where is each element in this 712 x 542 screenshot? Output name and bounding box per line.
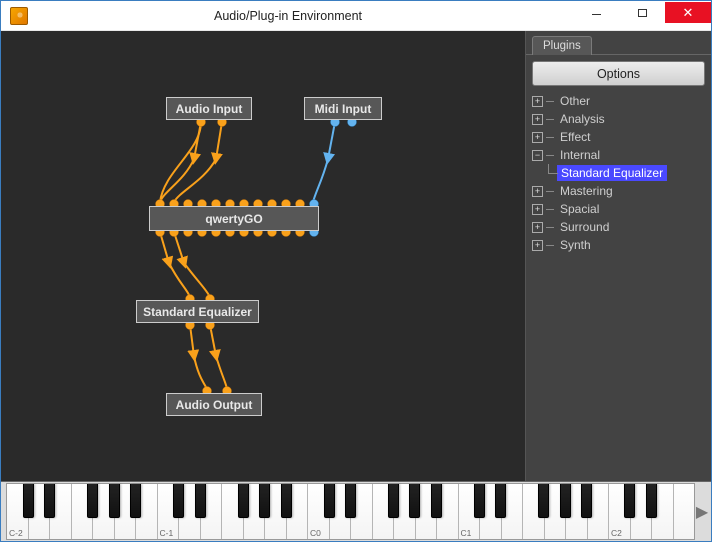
piano-black-key[interactable] [44, 484, 55, 518]
tree-item-spacial[interactable]: Spacial [528, 200, 709, 218]
expand-icon[interactable] [532, 222, 543, 233]
graph-svg [1, 31, 525, 481]
piano-scroll-right-icon[interactable]: ▶ [696, 482, 708, 541]
collapse-icon[interactable] [532, 150, 543, 161]
piano-black-key[interactable] [23, 484, 34, 518]
plugin-tree[interactable]: Other Analysis Effect Internal Standard … [526, 90, 711, 256]
piano-note-label: C0 [310, 528, 321, 538]
window-title: Audio/Plug-in Environment [33, 9, 573, 23]
tree-label: Internal [557, 147, 603, 163]
expand-icon[interactable] [532, 240, 543, 251]
piano-black-key[interactable] [281, 484, 292, 518]
piano-black-key[interactable] [388, 484, 399, 518]
graph-pane[interactable]: Audio Input Midi Input qwertyGO Standard… [1, 31, 525, 481]
piano-black-key[interactable] [324, 484, 335, 518]
node-midi-input-label: Midi Input [315, 102, 372, 116]
maximize-icon [638, 9, 647, 17]
expand-icon[interactable] [532, 114, 543, 125]
node-audio-output[interactable]: Audio Output [166, 393, 262, 416]
node-qwertygo[interactable]: qwertyGO [149, 206, 319, 231]
piano-black-key[interactable] [560, 484, 571, 518]
minimize-button[interactable] [573, 2, 619, 23]
node-midi-input[interactable]: Midi Input [304, 97, 382, 120]
tab-plugins-label: Plugins [543, 40, 581, 52]
tree-label: Synth [557, 237, 594, 253]
tree-child-label: Standard Equalizer [557, 165, 667, 181]
piano-black-key[interactable] [130, 484, 141, 518]
piano-black-key[interactable] [646, 484, 657, 518]
tree-label: Effect [557, 129, 593, 145]
node-standard-equalizer[interactable]: Standard Equalizer [136, 300, 259, 323]
expand-icon[interactable] [532, 204, 543, 215]
node-standard-equalizer-label: Standard Equalizer [143, 305, 252, 319]
tree-item-internal-standard-equalizer[interactable]: Standard Equalizer [528, 164, 709, 182]
node-audio-output-label: Audio Output [176, 398, 253, 412]
expand-icon[interactable] [532, 132, 543, 143]
piano-black-key[interactable] [345, 484, 356, 518]
options-button-label: Options [597, 67, 640, 81]
tree-item-internal[interactable]: Internal [528, 146, 709, 164]
expand-icon[interactable] [532, 186, 543, 197]
window: Audio/Plug-in Environment ✕ [0, 0, 712, 542]
piano-black-key[interactable] [87, 484, 98, 518]
piano-white-key[interactable] [674, 484, 695, 539]
piano-note-label: C-2 [9, 528, 23, 538]
piano-note-label: C1 [461, 528, 472, 538]
tree-item-analysis[interactable]: Analysis [528, 110, 709, 128]
node-audio-input-label: Audio Input [176, 102, 243, 116]
piano-black-key[interactable] [259, 484, 270, 518]
piano-black-key[interactable] [173, 484, 184, 518]
close-button[interactable]: ✕ [665, 2, 711, 23]
minimize-icon [592, 14, 601, 15]
piano-black-key[interactable] [581, 484, 592, 518]
tree-item-surround[interactable]: Surround [528, 218, 709, 236]
piano-black-key[interactable] [238, 484, 249, 518]
tree-item-mastering[interactable]: Mastering [528, 182, 709, 200]
piano-black-key[interactable] [409, 484, 420, 518]
tree-label: Surround [557, 219, 612, 235]
piano-note-label: C2 [611, 528, 622, 538]
tree-label: Other [557, 93, 593, 109]
piano-black-key[interactable] [495, 484, 506, 518]
piano-footer: C-2 C-1 C0 C1 C2 ▶ [1, 481, 711, 541]
node-qwertygo-label: qwertyGO [205, 212, 262, 226]
side-pane: Plugins Options Other Analysis Effect In… [525, 31, 711, 481]
tree-label: Mastering [557, 183, 616, 199]
tab-row: Plugins [526, 31, 711, 55]
titlebar[interactable]: Audio/Plug-in Environment ✕ [1, 1, 711, 31]
maximize-button[interactable] [619, 2, 665, 23]
piano-black-key[interactable] [431, 484, 442, 518]
piano-black-key[interactable] [474, 484, 485, 518]
tab-plugins[interactable]: Plugins [532, 36, 592, 55]
piano-note-label: C-1 [160, 528, 174, 538]
tree-item-synth[interactable]: Synth [528, 236, 709, 254]
close-icon: ✕ [683, 5, 694, 21]
tree-label: Analysis [557, 111, 608, 127]
tree-item-other[interactable]: Other [528, 92, 709, 110]
piano-black-key[interactable] [109, 484, 120, 518]
app-icon [10, 7, 28, 25]
expand-icon[interactable] [532, 96, 543, 107]
client-area: Audio Input Midi Input qwertyGO Standard… [1, 31, 711, 481]
window-buttons: ✕ [573, 1, 711, 30]
app-icon-slot [5, 2, 33, 30]
options-button[interactable]: Options [532, 61, 705, 86]
tree-label: Spacial [557, 201, 602, 217]
node-audio-input[interactable]: Audio Input [166, 97, 252, 120]
tree-elbow-icon [543, 164, 557, 182]
tree-item-effect[interactable]: Effect [528, 128, 709, 146]
piano-black-key[interactable] [538, 484, 549, 518]
piano-black-key[interactable] [624, 484, 635, 518]
piano-black-key[interactable] [195, 484, 206, 518]
